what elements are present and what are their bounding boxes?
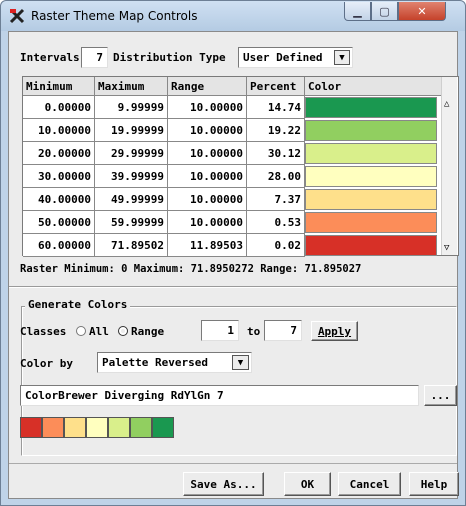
color-by-label: Color by (20, 357, 73, 370)
cell-minimum[interactable]: 40.00000 (23, 188, 95, 211)
scroll-down-icon[interactable]: ▽ (444, 243, 449, 253)
cell-minimum[interactable]: 60.00000 (23, 234, 95, 257)
cell-maximum[interactable]: 19.99999 (95, 119, 168, 142)
apply-button[interactable]: Apply (311, 321, 358, 341)
separator (9, 286, 457, 288)
ok-button[interactable]: OK (284, 472, 331, 496)
radio-all-label[interactable]: All (89, 325, 109, 338)
color-by-select[interactable]: Palette Reversed ▼ (97, 352, 252, 373)
range-from-input[interactable]: 1 (201, 320, 239, 341)
cell-minimum[interactable]: 20.00000 (23, 142, 95, 165)
radio-range-label[interactable]: Range (131, 325, 164, 338)
maximize-icon: ▢ (379, 4, 390, 18)
radio-range-dot (121, 329, 125, 333)
cell-color-swatch[interactable] (305, 143, 437, 164)
palette-swatch (42, 417, 64, 438)
palette-name-field[interactable]: ColorBrewer Diverging RdYlGn 7 (20, 385, 419, 406)
cell-percent[interactable]: 19.22 (247, 119, 305, 142)
column-header-maximum[interactable]: Maximum (95, 77, 168, 96)
cell-range[interactable]: 10.00000 (168, 165, 247, 188)
palette-swatch (152, 417, 174, 438)
classes-label: Classes (20, 325, 67, 338)
column-header-percent[interactable]: Percent (247, 77, 305, 96)
close-icon: ✕ (417, 4, 427, 18)
cell-color-swatch[interactable] (305, 166, 437, 187)
maximize-button[interactable]: ▢ (371, 2, 398, 21)
cell-minimum[interactable]: 10.00000 (23, 119, 95, 142)
intervals-value: 7 (96, 51, 103, 64)
app-icon (9, 8, 25, 24)
cell-maximum[interactable]: 59.99999 (95, 211, 168, 234)
intervals-label: Intervals (20, 51, 80, 64)
column-header-range[interactable]: Range (168, 77, 247, 96)
range-to-input[interactable]: 7 (264, 320, 302, 341)
cell-color-swatch[interactable] (305, 212, 437, 233)
save-as-button[interactable]: Save As... (183, 472, 264, 496)
intervals-input[interactable]: 7 (81, 47, 108, 68)
cell-color-swatch[interactable] (305, 97, 437, 118)
cell-percent[interactable]: 14.74 (247, 96, 305, 119)
cell-range[interactable]: 10.00000 (168, 119, 247, 142)
cell-percent[interactable]: 0.02 (247, 234, 305, 257)
cell-maximum[interactable]: 49.99999 (95, 188, 168, 211)
cell-range[interactable]: 10.00000 (168, 142, 247, 165)
cell-minimum[interactable]: 0.00000 (23, 96, 95, 119)
minimize-button[interactable]: ▁ (344, 2, 371, 21)
generate-colors-title: Generate Colors (25, 298, 131, 311)
minimize-icon: ▁ (353, 4, 362, 18)
cell-maximum[interactable]: 39.99999 (95, 165, 168, 188)
distribution-type-label: Distribution Type (113, 51, 226, 64)
cell-percent[interactable]: 7.37 (247, 188, 305, 211)
cell-range[interactable]: 10.00000 (168, 188, 247, 211)
distribution-type-select[interactable]: User Defined ▼ (238, 47, 353, 68)
palette-swatch (20, 417, 42, 438)
column-header-color[interactable]: Color (305, 77, 442, 96)
cell-minimum[interactable]: 50.00000 (23, 211, 95, 234)
cell-percent[interactable]: 30.12 (247, 142, 305, 165)
window-title: Raster Theme Map Controls (31, 9, 198, 23)
table-scrollbar[interactable]: △ ▽ (441, 77, 457, 255)
cell-percent[interactable]: 28.00 (247, 165, 305, 188)
radio-all[interactable] (76, 326, 86, 336)
range-to-value: 7 (290, 324, 297, 337)
help-button[interactable]: Help (409, 472, 459, 496)
cancel-button[interactable]: Cancel (338, 472, 401, 496)
cell-maximum[interactable]: 71.89502 (95, 234, 168, 257)
chevron-down-icon: ▼ (334, 50, 350, 65)
cell-range[interactable]: 10.00000 (168, 211, 247, 234)
distribution-type-value: User Defined (243, 51, 323, 64)
chevron-down-icon: ▼ (232, 355, 249, 370)
cell-maximum[interactable]: 29.99999 (95, 142, 168, 165)
cell-minimum[interactable]: 30.00000 (23, 165, 95, 188)
palette-swatch (64, 417, 86, 438)
cell-color-swatch[interactable] (305, 189, 437, 210)
cell-color-swatch[interactable] (305, 235, 437, 256)
color-by-value: Palette Reversed (102, 356, 208, 369)
raster-stats-text: Raster Minimum: 0 Maximum: 71.8950272 Ra… (20, 263, 362, 275)
palette-name-value: ColorBrewer Diverging RdYlGn 7 (25, 389, 224, 402)
cell-maximum[interactable]: 9.99999 (95, 96, 168, 119)
scroll-up-icon[interactable]: △ (444, 99, 449, 109)
range-to-label: to (247, 325, 261, 338)
cell-color-swatch[interactable] (305, 120, 437, 141)
range-from-value: 1 (227, 324, 234, 337)
palette-swatch (130, 417, 152, 438)
cell-range[interactable]: 11.89503 (168, 234, 247, 257)
title-bar[interactable]: Raster Theme Map Controls ▁ ▢ ✕ (1, 1, 465, 31)
cell-percent[interactable]: 0.53 (247, 211, 305, 234)
palette-swatch (86, 417, 108, 438)
column-header-minimum[interactable]: Minimum (23, 77, 95, 96)
dialog-window: Raster Theme Map Controls ▁ ▢ ✕ Interval… (0, 0, 466, 506)
radio-range[interactable] (118, 326, 128, 336)
cell-range[interactable]: 10.00000 (168, 96, 247, 119)
browse-palette-button[interactable]: ... (424, 385, 457, 406)
palette-swatch (108, 417, 130, 438)
close-button[interactable]: ✕ (398, 2, 446, 21)
bottom-separator (9, 463, 457, 464)
